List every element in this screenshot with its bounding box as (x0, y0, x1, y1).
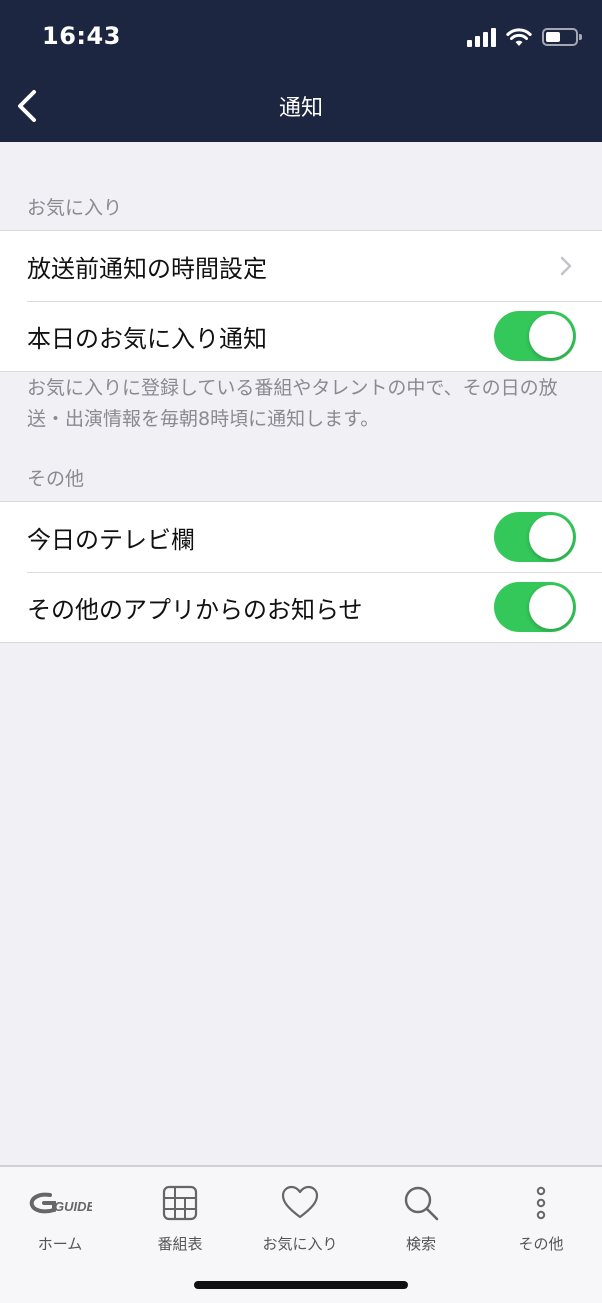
favorites-note: お気に入りに登録している番組やタレントの中で、その日の放送・出演情報を毎朝8時頃… (27, 377, 558, 430)
battery-icon (542, 28, 582, 46)
cellular-signal-icon (467, 27, 496, 47)
tab-label: その他 (518, 1235, 564, 1253)
row-label: 本日のお気に入り通知 (27, 324, 267, 353)
section-label-favorites: お気に入り (27, 197, 123, 219)
tab-label: 検索 (405, 1235, 436, 1253)
other-group: 今日のテレビ欄 その他のアプリからのお知らせ (0, 501, 602, 643)
row-other-app-notices: その他のアプリからのお知らせ (0, 572, 602, 642)
tab-favorites[interactable]: お気に入り (240, 1179, 360, 1259)
page-title: 通知 (278, 96, 323, 121)
notification-settings-screen: 16:43 通知 お気に入り 放送前通知の時間設定 本日のお気に入り通知 お気に… (0, 0, 602, 1303)
row-todays-favorites-notification: 本日のお気に入り通知 (0, 301, 602, 371)
home-indicator (194, 1281, 408, 1289)
header: 16:43 通知 (0, 0, 602, 142)
chevron-right-icon (560, 256, 572, 276)
tab-label: 番組表 (157, 1235, 203, 1253)
section-label-other: その他 (27, 468, 85, 490)
gguide-logo-icon: GUIDE (29, 1192, 92, 1214)
row-todays-tv-listings: 今日のテレビ欄 (0, 502, 602, 572)
search-icon (404, 1186, 439, 1221)
todays-favorites-toggle[interactable] (494, 311, 576, 361)
tab-program-guide[interactable]: 番組表 (120, 1179, 240, 1259)
tab-home[interactable]: GUIDE ホーム (0, 1179, 120, 1259)
row-label: 今日のテレビ欄 (27, 525, 195, 554)
tab-more[interactable]: その他 (481, 1179, 601, 1259)
grid-icon (162, 1185, 198, 1221)
todays-tv-listings-toggle[interactable] (494, 512, 576, 562)
heart-icon (281, 1185, 319, 1219)
wifi-icon (506, 28, 532, 46)
tab-label: お気に入り (262, 1235, 338, 1253)
row-label: 放送前通知の時間設定 (27, 254, 267, 283)
status-icons (467, 24, 582, 50)
other-app-notices-toggle[interactable] (494, 582, 576, 632)
favorites-group: 放送前通知の時間設定 本日のお気に入り通知 (0, 230, 602, 372)
row-label: その他のアプリからのお知らせ (27, 595, 363, 624)
tab-search[interactable]: 検索 (361, 1179, 481, 1259)
row-broadcast-reminder-time[interactable]: 放送前通知の時間設定 (0, 231, 602, 301)
tab-label: ホーム (37, 1235, 83, 1253)
status-time: 16:43 (42, 22, 121, 50)
svg-text:GUIDE: GUIDE (54, 1199, 92, 1214)
more-vertical-icon (536, 1186, 546, 1220)
